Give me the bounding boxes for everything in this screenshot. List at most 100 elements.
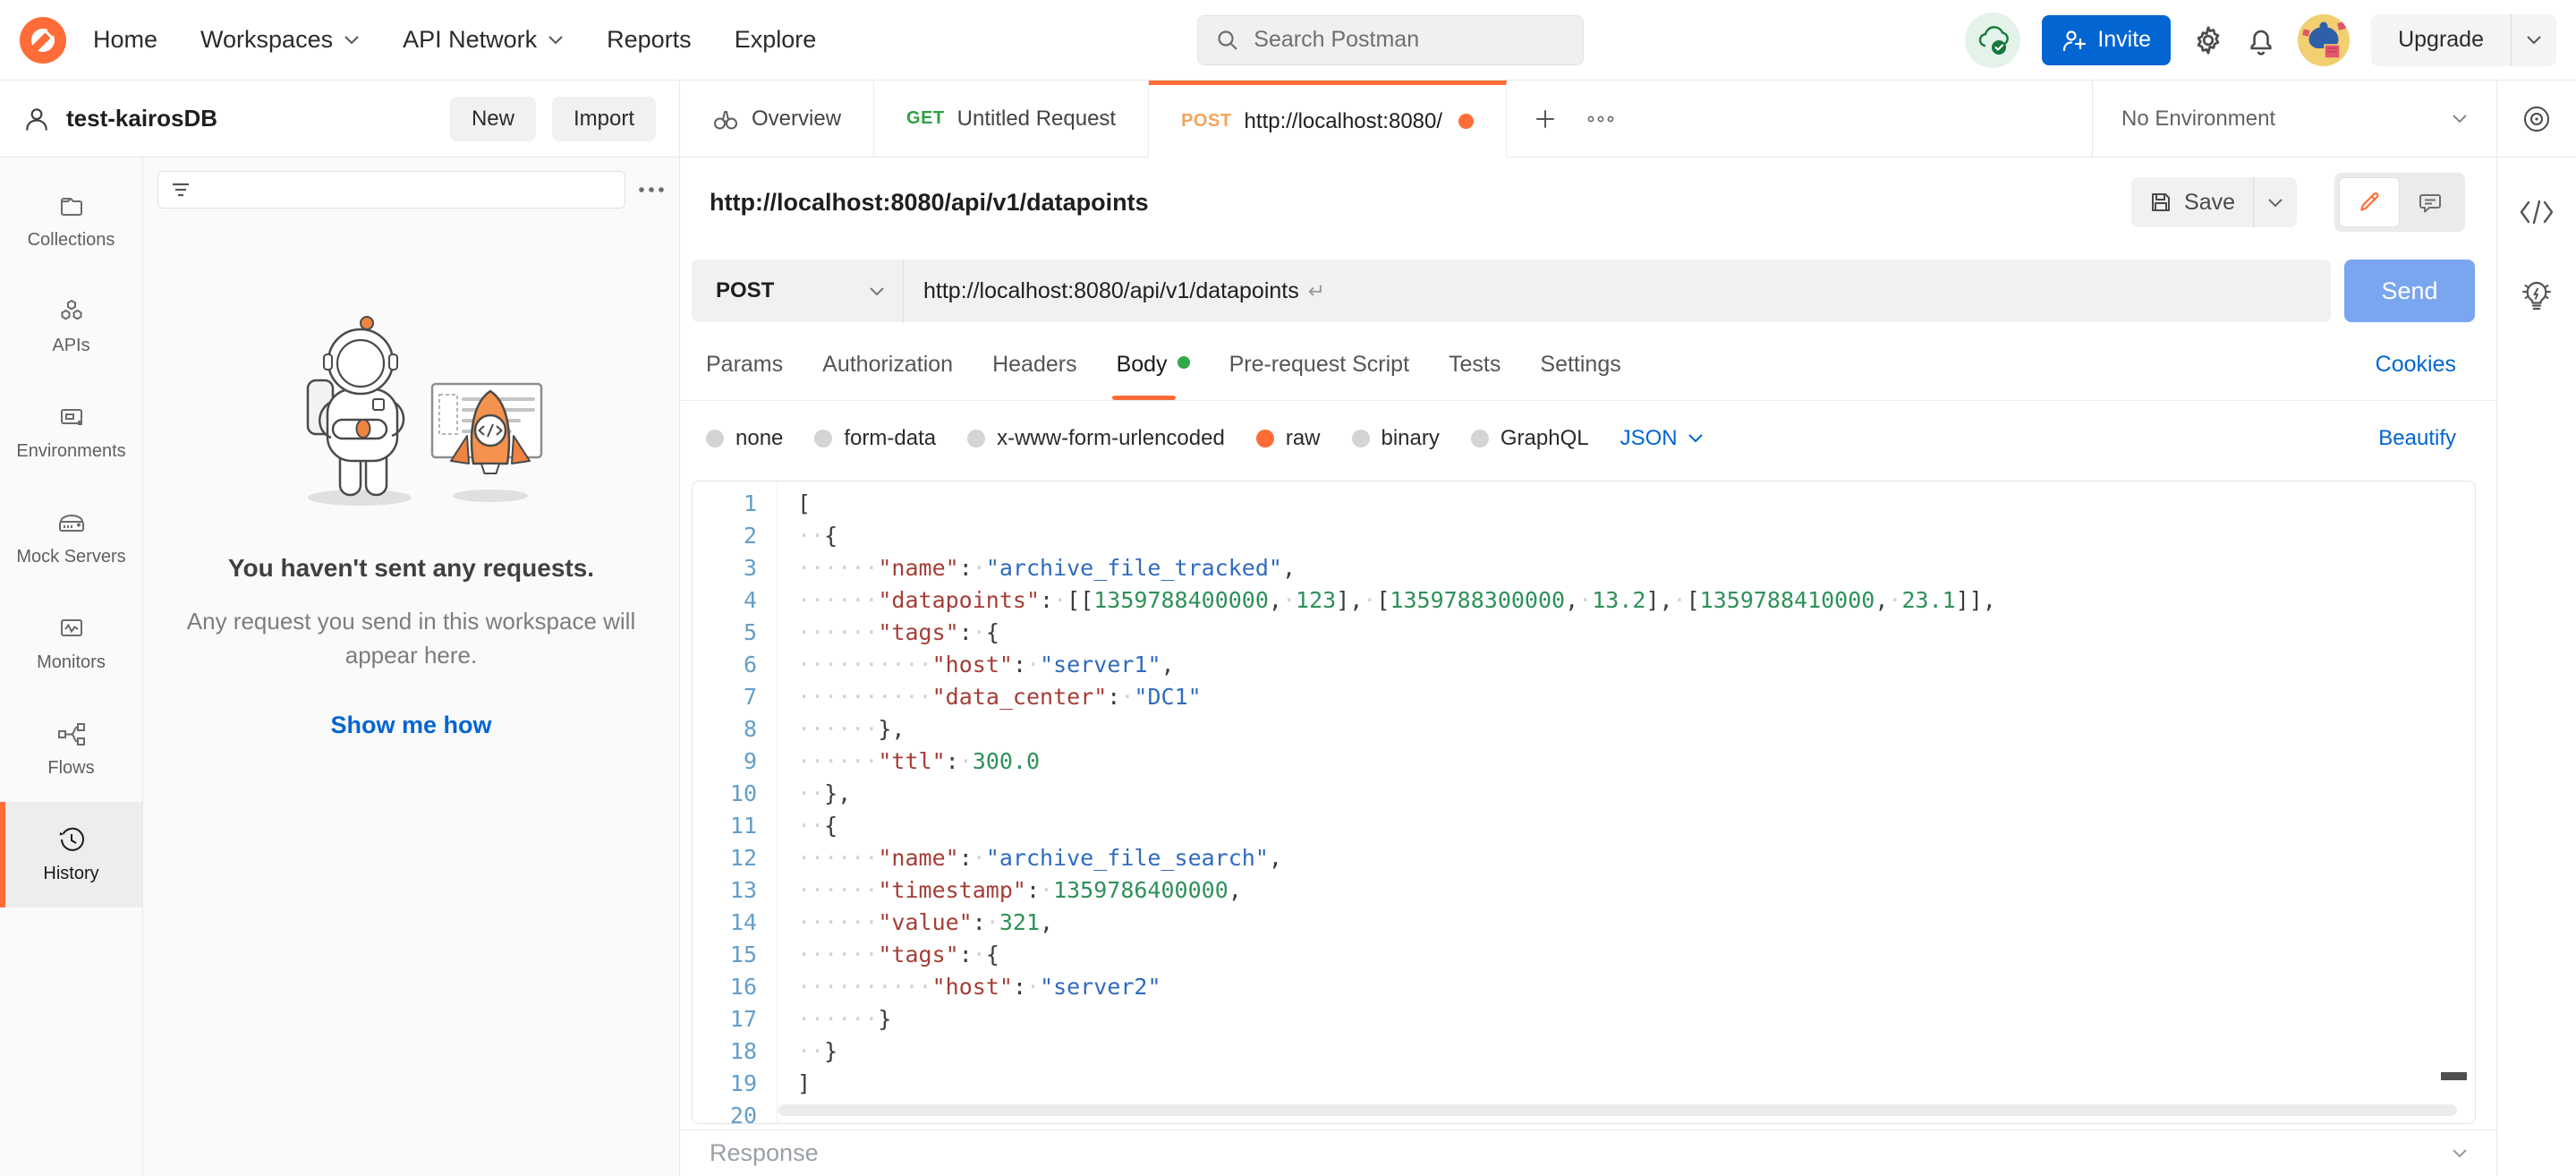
server-icon	[56, 508, 87, 537]
empty-state-description: Any request you send in this workspace w…	[167, 604, 655, 672]
sidebar-item-flows[interactable]: Flows	[0, 696, 142, 802]
code-snippet-button[interactable]	[2519, 199, 2555, 226]
search-input[interactable]: Search Postman	[1197, 15, 1584, 65]
tab-body[interactable]: Body	[1117, 329, 1190, 400]
comments-button[interactable]	[2400, 177, 2461, 227]
filter-input[interactable]	[157, 171, 625, 209]
response-section-header[interactable]: Response	[680, 1129, 2496, 1176]
mode-x-www-form-urlencoded[interactable]: x-www-form-urlencoded	[967, 426, 1225, 451]
radio-icon	[967, 430, 985, 447]
environment-selector[interactable]: No Environment	[2092, 81, 2496, 158]
new-button[interactable]: New	[450, 97, 536, 141]
import-button[interactable]: Import	[552, 97, 656, 141]
lightbulb-bolt-icon	[2518, 277, 2555, 315]
chevron-down-icon	[2452, 114, 2468, 124]
request-tab-strip: Overview GET Untitled Request POST http:…	[680, 81, 2496, 158]
body-mode-row: none form-data x-www-form-urlencoded raw…	[680, 401, 2496, 475]
tab-overview[interactable]: Overview	[680, 81, 874, 158]
method-select[interactable]: POST	[692, 260, 904, 322]
tab-pre-request-script[interactable]: Pre-request Script	[1229, 329, 1409, 400]
binoculars-icon	[712, 107, 739, 132]
tab-options-button[interactable]	[1587, 115, 1614, 124]
radio-icon	[1471, 430, 1489, 447]
pencil-icon	[2358, 191, 2381, 214]
tab-tests[interactable]: Tests	[1449, 329, 1501, 400]
search-icon	[1216, 29, 1239, 52]
filter-text-field[interactable]	[201, 180, 612, 200]
lightbulb-hints-button[interactable]	[2518, 277, 2555, 315]
upgrade-caret[interactable]	[2511, 14, 2556, 66]
search-placeholder: Search Postman	[1254, 27, 1419, 53]
sync-status-button[interactable]	[1965, 13, 2020, 68]
beautify-link[interactable]: Beautify	[2378, 426, 2456, 451]
radio-icon	[814, 430, 832, 447]
nav-api-network[interactable]: API Network	[403, 26, 564, 54]
tab-headers[interactable]: Headers	[992, 329, 1077, 400]
top-nav: Home Workspaces API Network Reports Expl…	[0, 0, 2576, 81]
astronaut-illustration	[259, 314, 564, 511]
mode-form-data[interactable]: form-data	[814, 426, 936, 451]
tab-untitled-request[interactable]: GET Untitled Request	[874, 81, 1149, 158]
settings-button[interactable]	[2192, 24, 2224, 56]
chevron-down-icon	[2526, 35, 2542, 45]
code-editor[interactable]: 1234567891011121314151617181920 [··{····…	[692, 481, 2476, 1124]
right-rail	[2496, 81, 2576, 1176]
empty-state-title: You haven't sent any requests.	[228, 554, 594, 583]
sidebar-item-mock-servers[interactable]: Mock Servers	[0, 485, 142, 591]
horizontal-scrollbar-track[interactable]	[778, 1104, 2457, 1116]
radio-icon	[706, 430, 724, 447]
upgrade-button[interactable]: Upgrade	[2371, 14, 2556, 66]
tab-post-request[interactable]: POST http://localhost:8080/	[1149, 81, 1507, 158]
mode-raw[interactable]: raw	[1256, 426, 1321, 451]
code-icon	[2519, 199, 2555, 226]
body-modified-dot	[1177, 356, 1190, 369]
show-me-how-link[interactable]: Show me how	[330, 712, 491, 739]
edit-comment-toggle	[2334, 173, 2465, 232]
notifications-button[interactable]	[2246, 24, 2276, 56]
scrollbar-thumb[interactable]	[2441, 1072, 2467, 1080]
save-button-group: Save	[2131, 177, 2297, 227]
sidebar-item-collections[interactable]: Collections	[0, 168, 142, 274]
nav-explore[interactable]: Explore	[735, 26, 817, 54]
send-button[interactable]: Send	[2344, 260, 2475, 322]
mode-binary[interactable]: binary	[1352, 426, 1440, 451]
chevron-down-icon	[2267, 198, 2283, 208]
sidebar-item-monitors[interactable]: Monitors	[0, 591, 142, 696]
invite-button[interactable]: Invite	[2042, 15, 2171, 65]
new-tab-button[interactable]	[1534, 107, 1557, 131]
sidebar-item-apis[interactable]: APIs	[0, 274, 142, 379]
sidebar-item-environments[interactable]: Environments	[0, 379, 142, 485]
return-glyph: ↵	[1308, 279, 1325, 303]
nav-reports[interactable]: Reports	[607, 26, 692, 54]
environment-quick-look-button[interactable]	[2520, 102, 2554, 136]
nav-home[interactable]: Home	[93, 26, 157, 54]
postman-logo[interactable]	[20, 17, 66, 64]
workspace-and-tabs-row: test-kairosDB New Import Overview	[0, 81, 2496, 158]
rocket-icon	[28, 25, 58, 55]
tab-params[interactable]: Params	[706, 329, 783, 400]
language-select[interactable]: JSON	[1620, 426, 1704, 451]
tab-settings[interactable]: Settings	[1540, 329, 1620, 400]
workspace-header: test-kairosDB New Import	[0, 81, 680, 158]
sidebar-item-history[interactable]: History	[0, 802, 142, 908]
line-numbers: 1234567891011121314151617181920	[693, 481, 778, 1123]
tab-authorization[interactable]: Authorization	[822, 329, 953, 400]
history-options-button[interactable]	[638, 185, 665, 194]
request-config-tabs: Params Authorization Headers Body Pre-re…	[680, 329, 2496, 401]
mode-graphql[interactable]: GraphQL	[1471, 426, 1589, 451]
avatar[interactable]	[2298, 14, 2350, 66]
edit-mode-button[interactable]	[2339, 177, 2400, 227]
comment-icon	[2419, 191, 2442, 214]
save-button[interactable]: Save	[2131, 177, 2253, 227]
code-lines[interactable]: [··{······"name":·"archive_file_tracked"…	[778, 481, 2475, 1123]
history-filter-row	[143, 158, 679, 209]
cookies-link[interactable]: Cookies	[2376, 352, 2456, 378]
history-empty-state: You haven't sent any requests. Any reque…	[143, 209, 679, 1176]
url-input[interactable]: http://localhost:8080/api/v1/datapoints …	[904, 260, 2331, 322]
nav-workspaces[interactable]: Workspaces	[200, 26, 360, 54]
history-clock-icon	[56, 825, 87, 854]
mode-none[interactable]: none	[706, 426, 783, 451]
ellipsis-icon	[638, 185, 665, 194]
save-options-caret[interactable]	[2253, 177, 2297, 227]
folder-icon	[57, 192, 86, 220]
